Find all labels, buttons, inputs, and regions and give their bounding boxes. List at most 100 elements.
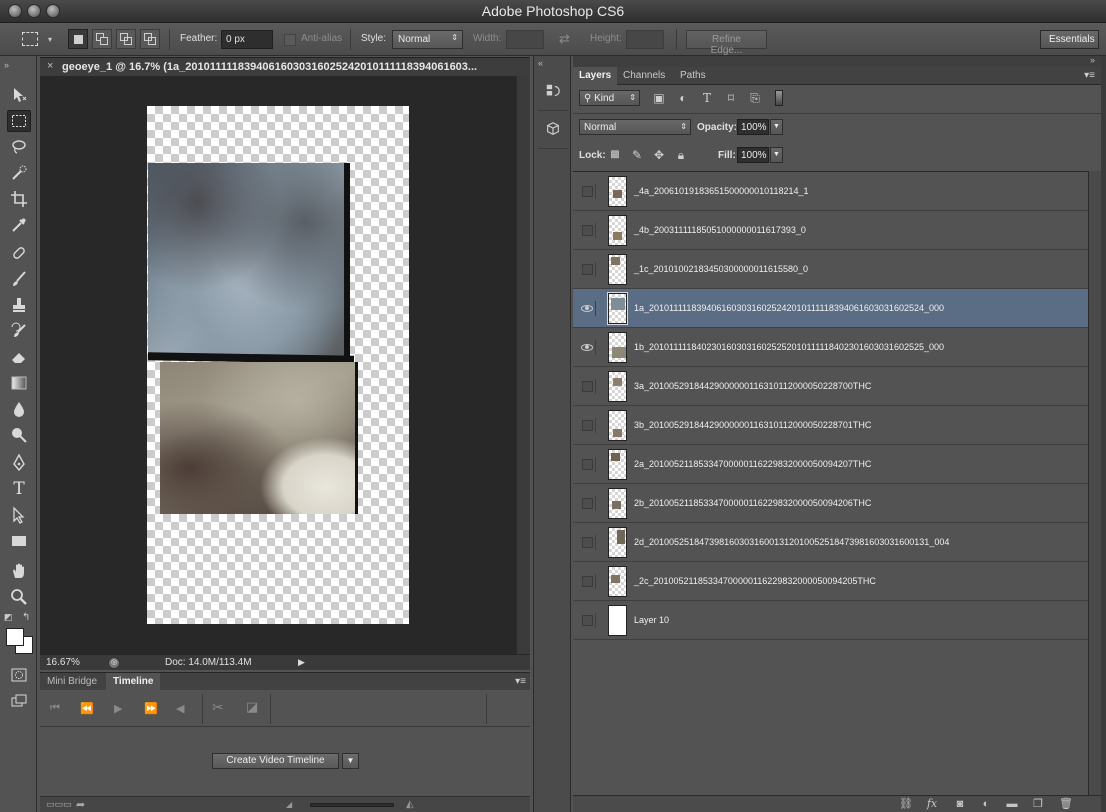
- eraser-tool[interactable]: [7, 346, 31, 368]
- share-icon[interactable]: ◎: [108, 657, 120, 669]
- filter-pixel-icon[interactable]: ▣: [651, 90, 667, 106]
- transition-icon[interactable]: ◪: [246, 699, 258, 715]
- layer-row[interactable]: 3b_2010052918442900000011631011200005022…: [573, 406, 1088, 445]
- foreground-color-swatch[interactable]: [6, 628, 24, 646]
- path-selection-tool[interactable]: [7, 504, 31, 526]
- tab-layers[interactable]: Layers: [573, 67, 618, 85]
- filter-kind-select[interactable]: ⚲ Kind ⇕: [579, 90, 640, 106]
- new-group-icon[interactable]: ▬: [1004, 798, 1020, 810]
- healing-brush-tool[interactable]: [7, 242, 31, 264]
- filter-shape-icon[interactable]: ⌑: [723, 90, 739, 106]
- hand-tool[interactable]: [7, 560, 31, 582]
- frame-mode-icon[interactable]: ▭▭▭: [46, 799, 72, 810]
- expand-panels-icon[interactable]: «: [538, 58, 543, 68]
- refine-edge-button[interactable]: Refine Edge...: [686, 30, 767, 56]
- canvas-vertical-scrollbar[interactable]: [516, 76, 530, 654]
- zoom-in-timeline-icon[interactable]: ◭: [406, 799, 414, 810]
- clone-stamp-tool[interactable]: [7, 294, 31, 316]
- filter-smart-object-icon[interactable]: ⎘: [747, 90, 763, 106]
- layer-row[interactable]: 1b_2010111118402301603031602525201011111…: [573, 328, 1088, 367]
- layer-name[interactable]: _4a_20061019183651500000010118214_1: [634, 186, 809, 196]
- fill-input[interactable]: 100%: [737, 147, 769, 163]
- zoom-tool[interactable]: [7, 586, 31, 608]
- pen-tool[interactable]: [7, 452, 31, 474]
- layer-name[interactable]: 1a_2010111118394061603031602524201011111…: [634, 303, 944, 313]
- canvas-area[interactable]: [40, 76, 516, 654]
- layer-row[interactable]: _4a_20061019183651500000010118214_1: [573, 172, 1088, 211]
- layer-visibility-toggle[interactable]: [579, 184, 596, 199]
- feather-input[interactable]: 0 px: [221, 30, 273, 49]
- layer-visibility-toggle[interactable]: [579, 223, 596, 238]
- tab-channels[interactable]: Channels: [617, 67, 671, 85]
- quick-mask-button[interactable]: [7, 664, 31, 686]
- layer-name[interactable]: 3a_2010052918442900000011631011200005022…: [634, 381, 871, 391]
- layer-visibility-toggle[interactable]: [579, 496, 596, 511]
- close-document-icon[interactable]: ×: [47, 60, 53, 72]
- screen-mode-button[interactable]: [7, 690, 31, 712]
- zoom-level[interactable]: 16.67%: [46, 657, 98, 669]
- layer-name[interactable]: 3b_2010052918442900000011631011200005022…: [634, 420, 871, 430]
- swap-colors-icon[interactable]: ↰: [22, 612, 30, 623]
- zoom-out-timeline-icon[interactable]: ◢: [286, 800, 292, 809]
- layer-visibility-toggle[interactable]: [579, 340, 596, 355]
- layer-row[interactable]: 2a_2010052118533470000011622983200005009…: [573, 445, 1088, 484]
- anti-alias-checkbox[interactable]: [284, 34, 296, 46]
- opacity-dropdown[interactable]: ▼: [770, 119, 783, 135]
- layer-name[interactable]: _2c_201005211853347000001162298320000500…: [634, 576, 876, 586]
- layers-list[interactable]: _4a_20061019183651500000010118214_1 _4b_…: [573, 171, 1088, 795]
- add-selection-button[interactable]: [92, 29, 112, 49]
- move-tool[interactable]: [7, 84, 31, 106]
- layer-name[interactable]: 2b_2010052118533470000011622983200005009…: [634, 498, 871, 508]
- tab-paths[interactable]: Paths: [674, 67, 712, 85]
- brush-tool[interactable]: [7, 268, 31, 290]
- render-arrow-icon[interactable]: ➦: [76, 798, 85, 811]
- intersect-selection-button[interactable]: [140, 29, 160, 49]
- layer-visibility-toggle[interactable]: [579, 418, 596, 433]
- timeline-type-dropdown[interactable]: ▼: [342, 753, 359, 769]
- filter-adjustment-icon[interactable]: ◐: [675, 90, 691, 106]
- lasso-tool[interactable]: [7, 136, 31, 158]
- scissors-icon[interactable]: ✂: [212, 699, 224, 716]
- collapse-arrows-icon[interactable]: »: [4, 60, 9, 70]
- new-selection-button[interactable]: [68, 29, 88, 49]
- history-panel-button[interactable]: [542, 80, 564, 102]
- timeline-zoom-slider[interactable]: [310, 803, 394, 807]
- rectangle-tool[interactable]: [7, 530, 31, 552]
- layer-name[interactable]: Layer 10: [634, 615, 669, 625]
- document-tab[interactable]: × geoeye_1 @ 16.7% (1a_20101111183940616…: [40, 57, 530, 76]
- width-input[interactable]: [506, 30, 544, 49]
- properties-panel-button[interactable]: [542, 118, 564, 140]
- layer-visibility-toggle[interactable]: [579, 613, 596, 628]
- layer-row[interactable]: 2d_2010052518473981603031600131201005251…: [573, 523, 1088, 562]
- fx-icon[interactable]: fx: [924, 798, 940, 810]
- tab-timeline[interactable]: Timeline: [106, 673, 161, 691]
- lock-all-icon[interactable]: 🔒︎: [673, 147, 689, 163]
- subtract-selection-button[interactable]: [116, 29, 136, 49]
- gradient-tool[interactable]: [7, 372, 31, 394]
- layer-row[interactable]: 1a_2010111118394061603031602524201011111…: [573, 289, 1088, 328]
- layer-name[interactable]: 1b_2010111118402301603031602525201011111…: [634, 342, 944, 352]
- layer-visibility-toggle[interactable]: [579, 535, 596, 550]
- document-canvas[interactable]: [147, 106, 409, 624]
- workspace-switcher-button[interactable]: Essentials: [1040, 30, 1099, 49]
- blend-mode-select[interactable]: Normal ⇕: [579, 119, 691, 135]
- eyedropper-tool[interactable]: [7, 214, 31, 236]
- lock-image-pixels-icon[interactable]: ✎: [629, 147, 645, 163]
- trash-icon[interactable]: 🗑︎: [1058, 798, 1074, 810]
- height-input[interactable]: [626, 30, 664, 49]
- previous-frame-icon[interactable]: ⏪: [80, 702, 94, 715]
- play-icon[interactable]: ▶: [114, 702, 122, 715]
- layer-name[interactable]: _4b_20031111185051000000011617393_0: [634, 225, 806, 235]
- filter-type-icon[interactable]: T: [699, 90, 715, 106]
- panel-menu-icon[interactable]: ▾≡: [515, 676, 526, 687]
- layer-visibility-toggle[interactable]: [579, 574, 596, 589]
- layer-row[interactable]: _4b_20031111185051000000011617393_0: [573, 211, 1088, 250]
- go-to-first-frame-icon[interactable]: ⏮: [50, 702, 60, 715]
- collapse-panel-icon[interactable]: »: [1090, 55, 1095, 65]
- layer-visibility-toggle[interactable]: [579, 457, 596, 472]
- tab-mini-bridge[interactable]: Mini Bridge: [40, 673, 104, 691]
- marquee-preset-icon[interactable]: [22, 32, 38, 46]
- layers-scrollbar[interactable]: [1088, 171, 1101, 795]
- swap-arrows-icon[interactable]: ⇄: [559, 31, 570, 47]
- add-mask-icon[interactable]: ◙: [952, 798, 968, 810]
